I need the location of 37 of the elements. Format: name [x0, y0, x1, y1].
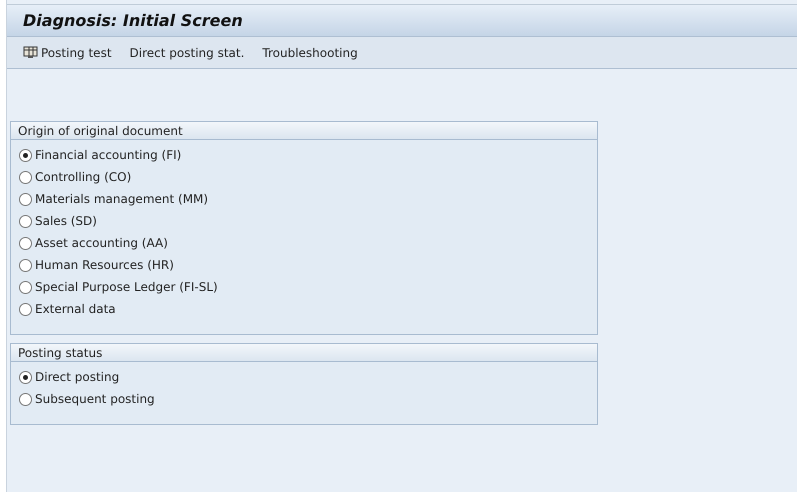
radio-option[interactable]: Direct posting: [19, 366, 597, 388]
radio-button[interactable]: [19, 170, 32, 184]
option-label: Subsequent posting: [35, 392, 155, 406]
toolbar-button[interactable]: Posting test: [19, 46, 116, 60]
option-label: Financial accounting (FI): [35, 148, 182, 162]
radio-button[interactable]: [19, 392, 32, 406]
toolbar-button[interactable]: Troubleshooting: [258, 46, 362, 60]
radio-button[interactable]: [19, 258, 32, 272]
radio-button[interactable]: [19, 302, 32, 316]
radio-button[interactable]: [19, 148, 32, 162]
option-label: Asset accounting (AA): [35, 236, 168, 250]
toolbar-button[interactable]: Direct posting stat.: [126, 46, 248, 60]
radio-button[interactable]: [19, 192, 32, 206]
table-icon: [23, 46, 38, 59]
option-label: Materials management (MM): [35, 192, 208, 206]
radio-button[interactable]: [19, 236, 32, 250]
radio-button[interactable]: [19, 280, 32, 294]
group-title: Posting status: [18, 346, 102, 360]
radio-button[interactable]: [19, 370, 32, 384]
radio-option[interactable]: Special Purpose Ledger (FI-SL): [19, 276, 597, 298]
option-label: Sales (SD): [35, 214, 97, 228]
group-title: Origin of original document: [18, 124, 183, 138]
option-label: Human Resources (HR): [35, 258, 174, 272]
option-label: External data: [35, 302, 116, 316]
option-label: Special Purpose Ledger (FI-SL): [35, 280, 218, 294]
radio-option[interactable]: Subsequent posting: [19, 388, 597, 410]
radio-option[interactable]: Controlling (CO): [19, 166, 597, 188]
radio-option[interactable]: Asset accounting (AA): [19, 232, 597, 254]
radio-option[interactable]: External data: [19, 298, 597, 320]
radio-option[interactable]: Sales (SD): [19, 210, 597, 232]
option-label: Controlling (CO): [35, 170, 132, 184]
radio-option[interactable]: Materials management (MM): [19, 188, 597, 210]
option-label: Direct posting: [35, 370, 120, 384]
window-title: Diagnosis: Initial Screen: [23, 11, 243, 30]
radio-option[interactable]: Human Resources (HR): [19, 254, 597, 276]
radio-option[interactable]: Financial accounting (FI): [19, 144, 597, 166]
radio-button[interactable]: [19, 214, 32, 228]
